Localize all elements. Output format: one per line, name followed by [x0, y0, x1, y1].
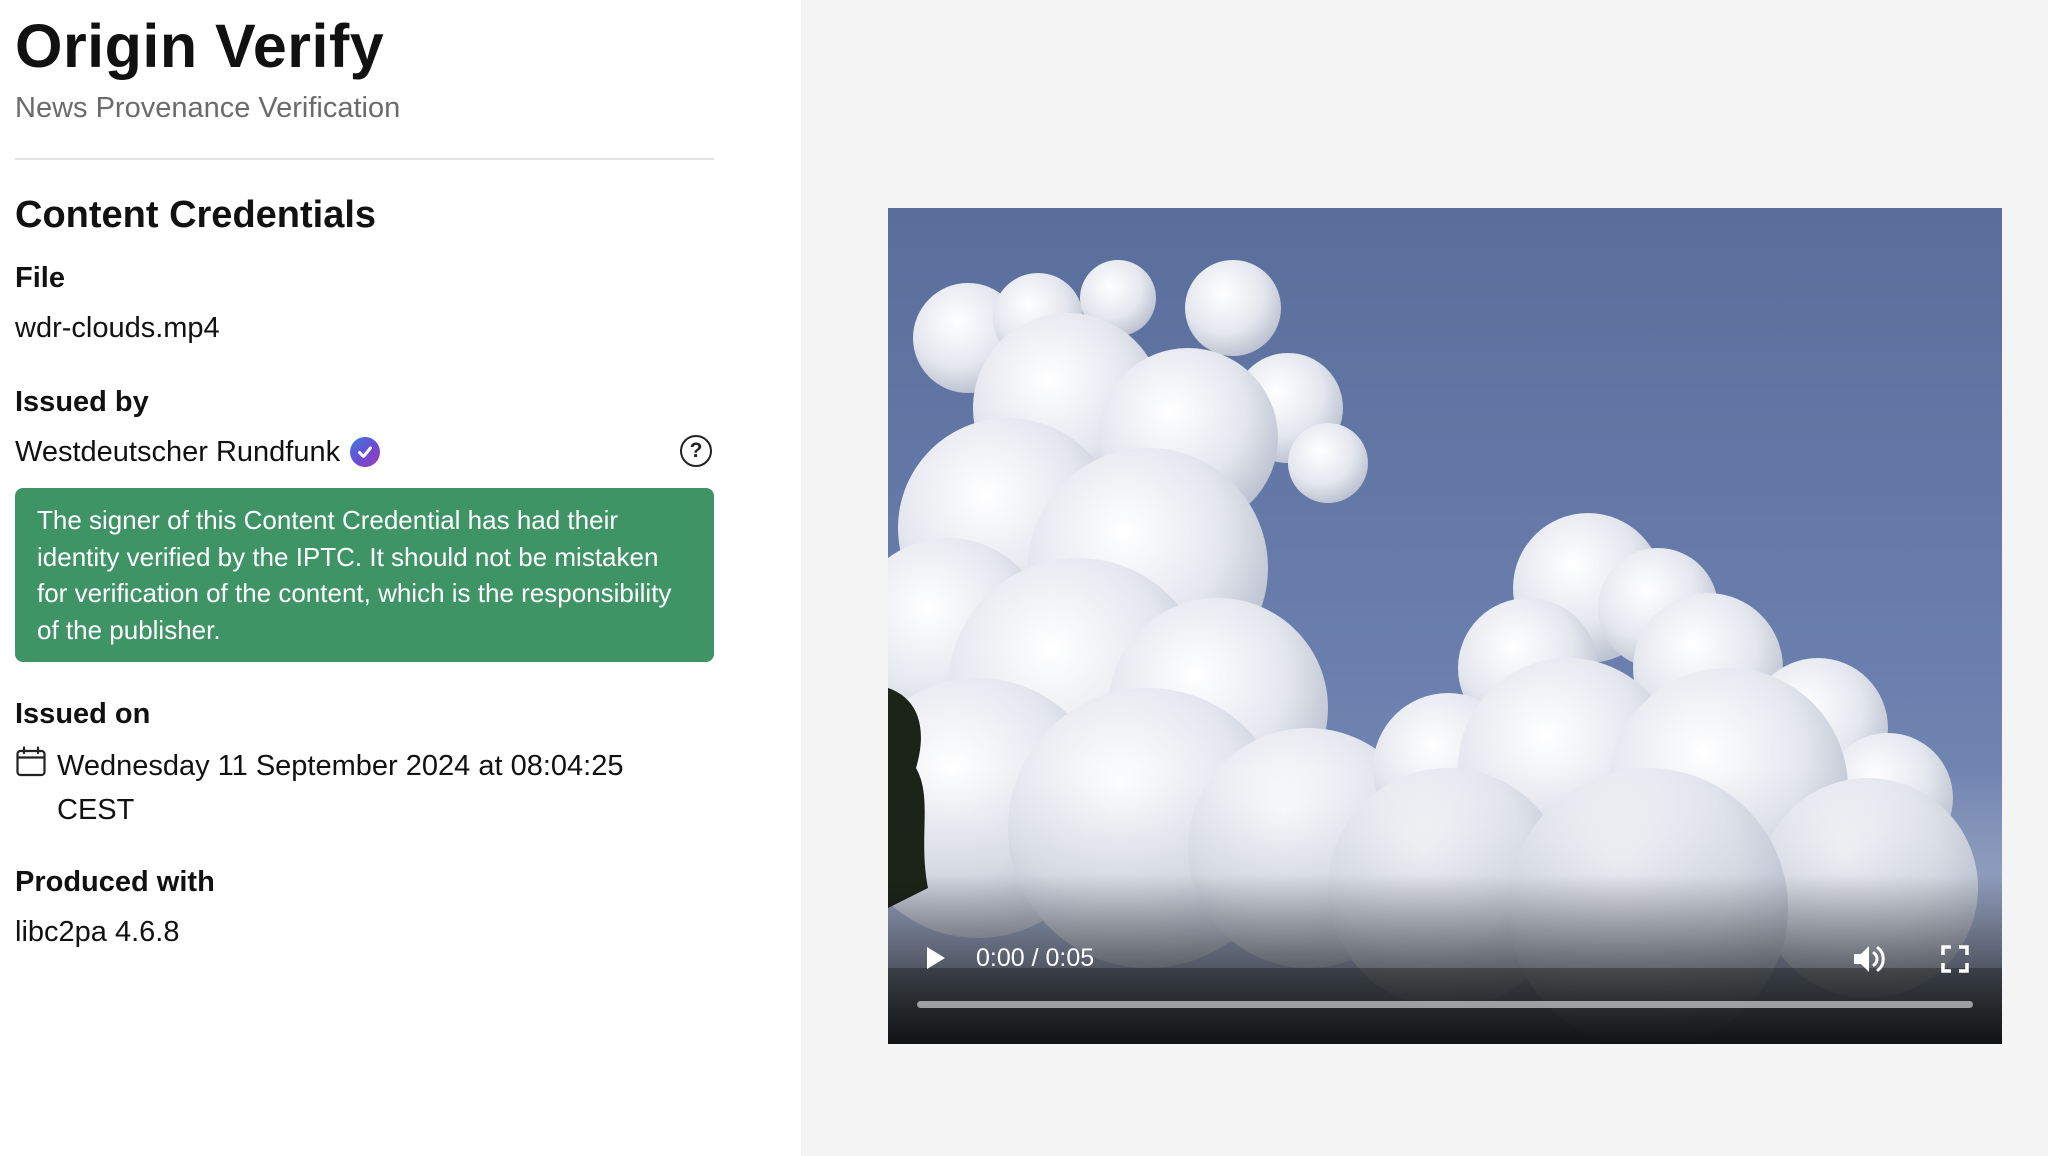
play-button[interactable] — [918, 942, 950, 974]
verified-check-glyph — [358, 446, 373, 458]
section-title: Content Credentials — [15, 194, 377, 236]
fullscreen-button[interactable] — [1940, 944, 1970, 974]
verified-identity-notice: The signer of this Content Credential ha… — [15, 488, 714, 662]
issuer-row: Westdeutscher Rundfunk — [15, 432, 381, 472]
video-player[interactable]: 0:00 / 0:05 — [888, 208, 2002, 1044]
issued-on-label: Issued on — [15, 698, 151, 730]
time-display: 0:00 / 0:05 — [976, 944, 1095, 972]
question-circle-icon[interactable]: ? — [680, 435, 712, 467]
issued-on-value: Wednesday 11 September 2024 at 08:04:25 … — [57, 750, 624, 826]
fullscreen-icon — [1941, 945, 1969, 973]
issued-by-label: Issued by — [15, 386, 149, 418]
produced-with-value: libc2pa 4.6.8 — [15, 916, 180, 948]
produced-with-label: Produced with — [15, 866, 215, 898]
credentials-panel: Origin Verify News Provenance Verificati… — [0, 0, 801, 1156]
issuer-name: Westdeutscher Rundfunk — [15, 436, 341, 468]
app-title: Origin Verify — [15, 12, 385, 80]
play-icon — [927, 947, 945, 969]
file-label: File — [15, 262, 65, 294]
issued-on-row: Wednesday 11 September 2024 at 08:04:25 … — [15, 744, 697, 832]
volume-icon — [1854, 946, 1885, 972]
header-divider — [15, 158, 714, 160]
seek-bar[interactable] — [917, 1001, 1973, 1008]
page: Origin Verify News Provenance Verificati… — [0, 0, 2048, 1156]
verified-check-icon — [350, 437, 381, 467]
app-subtitle: News Provenance Verification — [15, 92, 401, 124]
file-value: wdr-clouds.mp4 — [15, 312, 220, 344]
media-panel: 0:00 / 0:05 — [801, 0, 2048, 1156]
volume-button[interactable] — [1851, 942, 1887, 976]
calendar-icon — [16, 746, 46, 777]
